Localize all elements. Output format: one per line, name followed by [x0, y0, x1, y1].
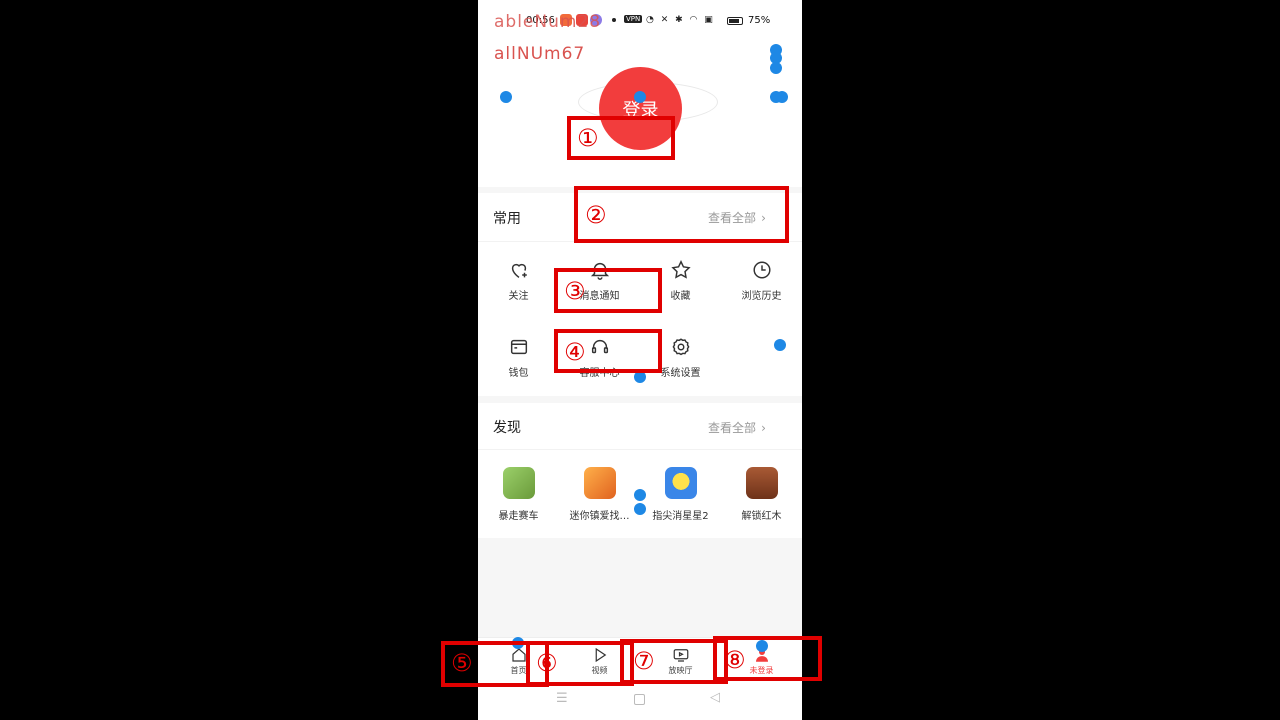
annotation-number: ④: [564, 338, 586, 366]
shortcut-label: 浏览历史: [741, 291, 782, 302]
annotation-number: ⑥: [536, 649, 558, 677]
shortcut-wallet[interactable]: 钱包: [478, 336, 559, 379]
shortcut-follow[interactable]: 关注: [478, 259, 559, 302]
chevron-right-icon: ›: [761, 421, 766, 435]
marker-dot: [770, 62, 782, 74]
more-notifications-icon: [612, 18, 616, 22]
annotation-number: ⑧: [724, 646, 746, 674]
marker-dot: [634, 489, 646, 501]
home-square-icon[interactable]: [634, 694, 645, 705]
wallet-icon: [510, 339, 527, 355]
racing-game-icon: [502, 467, 535, 499]
mini-town-game-icon: [583, 467, 616, 499]
annotation-number: ①: [577, 124, 599, 152]
annotation-number: ⑦: [633, 647, 655, 675]
marker-dot: [634, 503, 646, 515]
system-status-icons: ◔ ✕ ✱ ◠ ▣: [646, 15, 715, 25]
shortcut-label: 钱包: [508, 368, 529, 379]
shortcut-label: 关注: [508, 291, 529, 302]
section-title: 常用: [493, 211, 521, 227]
annotation-number: ③: [564, 277, 586, 305]
marker-dot: [774, 339, 786, 351]
divider: [478, 449, 802, 450]
menu-icon[interactable]: ☰: [556, 691, 568, 706]
system-navigation-bar: ☰ ◁: [478, 685, 802, 720]
game-label: 迷你镇爱找…: [569, 511, 630, 522]
game-item[interactable]: 迷你镇爱找…: [559, 467, 640, 522]
unlock-wood-game-icon: [745, 467, 778, 499]
marker-dot: [634, 91, 646, 103]
game-label: 解锁红木: [741, 511, 782, 522]
game-item[interactable]: 指尖消星星2: [640, 467, 721, 522]
gear-icon: [672, 338, 689, 356]
section-title: 发现: [493, 420, 521, 436]
game-item[interactable]: 暴走赛车: [478, 467, 559, 522]
vpn-icon: VPN: [624, 15, 643, 23]
debug-label: allNUm67: [494, 44, 586, 64]
battery-icon: [727, 17, 743, 25]
back-icon[interactable]: ◁: [710, 690, 720, 705]
pop-star-game-icon: [664, 467, 697, 499]
game-label: 暴走赛车: [498, 511, 539, 522]
annotation-number: ②: [585, 201, 607, 229]
annotation-number: ⑤: [451, 649, 473, 677]
discover-section: 发现 查看全部 › 暴走赛车 迷你镇爱找… 指尖消星星2 解锁红木: [478, 403, 802, 538]
game-label: 指尖消星星2: [652, 511, 709, 522]
star-icon: [670, 260, 691, 279]
shortcut-history[interactable]: 浏览历史: [721, 259, 802, 302]
heart-plus-icon: [511, 263, 527, 278]
view-all-label: 查看全部: [708, 421, 757, 435]
battery-level: 75%: [748, 15, 771, 26]
game-item[interactable]: 解锁红木: [721, 467, 802, 522]
discover-view-all-link[interactable]: 查看全部 ›: [708, 417, 766, 436]
marker-dot: [776, 91, 788, 103]
clock-icon: [752, 261, 771, 279]
debug-label: ableNum28: [494, 12, 602, 32]
marker-dot: [500, 91, 512, 103]
